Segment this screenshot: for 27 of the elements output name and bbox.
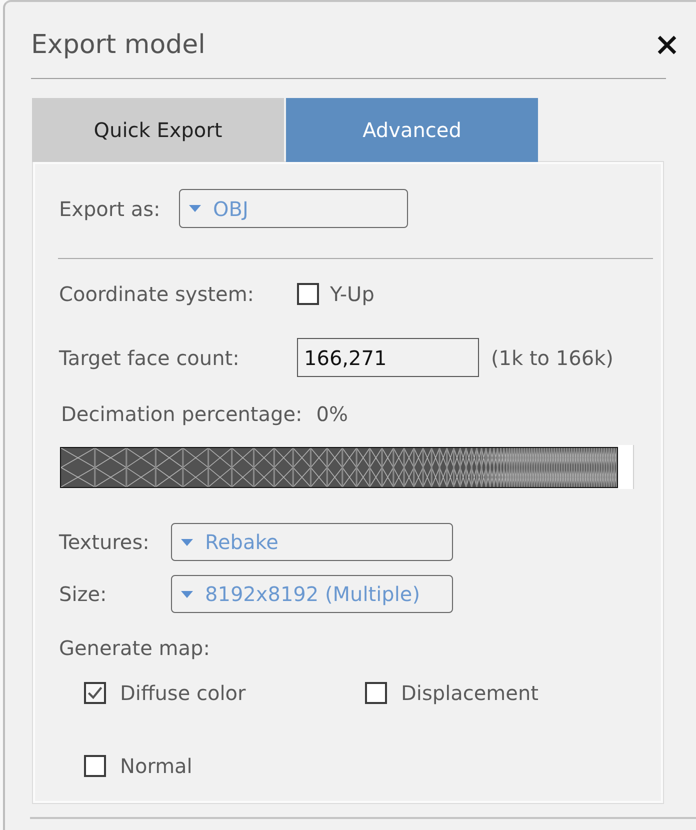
checkbox-label[interactable]: Diffuse color [120,681,246,705]
tab[interactable]: Advanced [286,98,538,162]
checkbox[interactable] [84,755,106,777]
range-hint: (1k to 166k) [491,346,614,370]
checkbox[interactable] [84,682,106,704]
checkbox-label[interactable]: Y-Up [330,282,374,306]
caret-icon [181,590,193,598]
field-label: Size: [59,582,108,606]
dialog-title: Export model [31,29,206,62]
checkbox[interactable] [297,283,319,305]
field-label: Coordinate system: [59,282,256,306]
slider-label: Decimation percentage: [61,402,302,426]
section-label: Generate map: [59,636,210,660]
field-label: Target face count: [59,346,240,370]
face-count-input[interactable]: 166,271 [297,338,479,377]
checkbox-label[interactable]: Displacement [401,681,538,705]
slider-thumb[interactable] [618,445,634,489]
field-label: Export as: [59,196,162,220]
field-label: Textures: [59,530,150,554]
tab[interactable]: Quick Export [32,98,284,162]
checkbox-label[interactable]: Normal [120,754,192,778]
close-icon [657,35,677,55]
caret-icon [189,205,201,212]
caret-icon [181,538,193,546]
percentage-value: 0% [316,402,348,426]
close-button[interactable] [657,35,677,55]
checkbox[interactable] [365,682,387,704]
